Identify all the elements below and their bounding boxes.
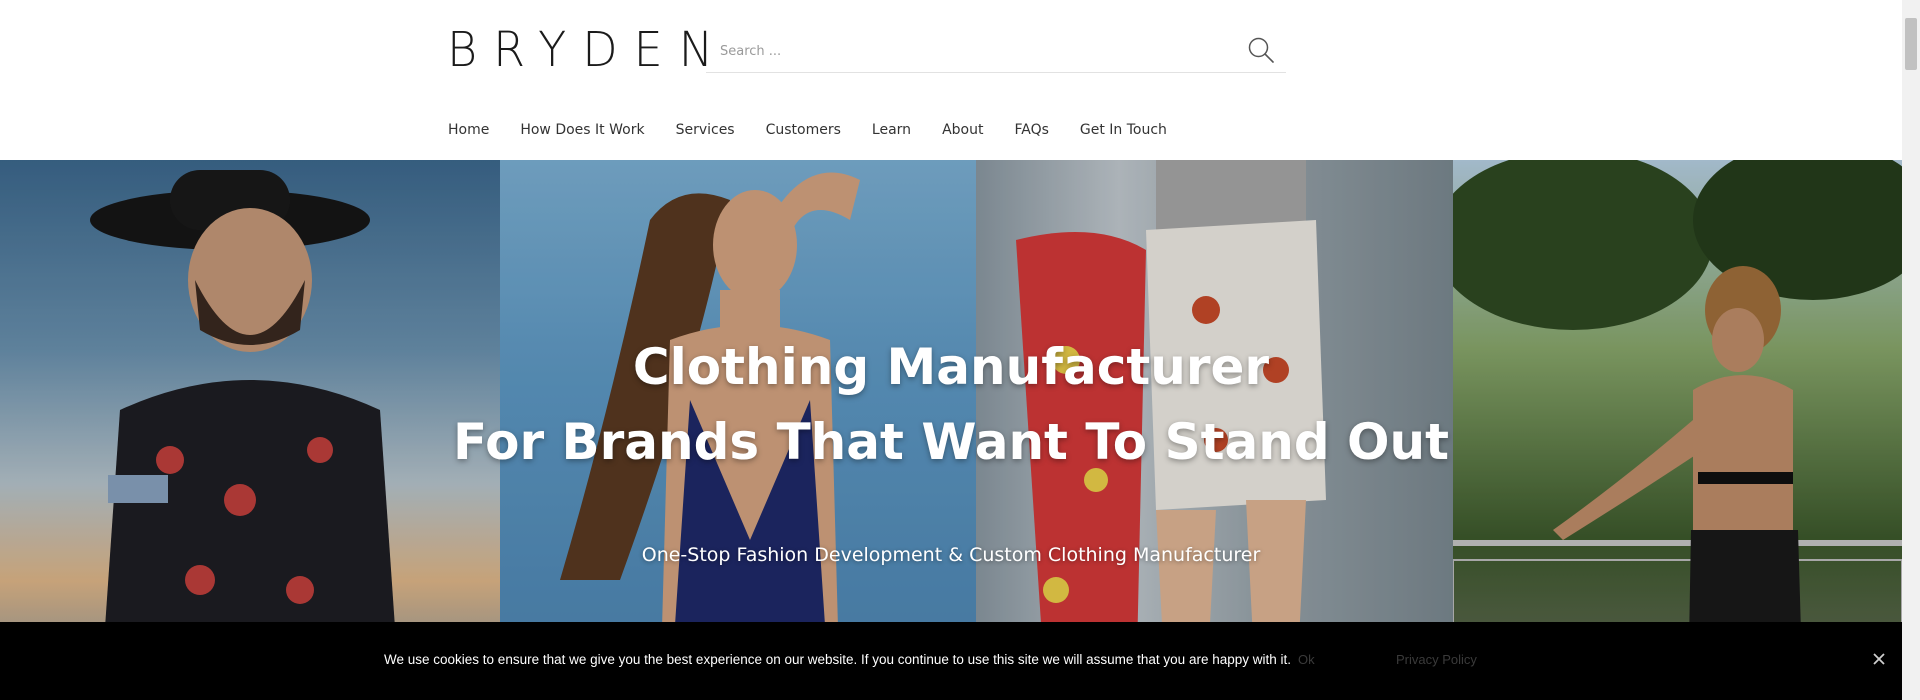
- hero-subtitle: One-Stop Fashion Development & Custom Cl…: [641, 544, 1261, 566]
- privacy-policy-link[interactable]: Privacy Policy: [1396, 652, 1477, 667]
- nav-item-faqs[interactable]: FAQs: [1014, 118, 1048, 142]
- nav-item-services[interactable]: Services: [676, 118, 735, 142]
- close-icon[interactable]: [1870, 650, 1888, 668]
- hero-title-line2: For Brands That Want To Stand Out: [452, 413, 1450, 471]
- scrollbar-thumb[interactable]: [1905, 18, 1917, 70]
- hero-banner: Clothing Manufacturer For Brands That Wa…: [0, 160, 1902, 700]
- search-bar: [706, 28, 1286, 73]
- nav-item-how-does-it-work[interactable]: How Does It Work: [520, 118, 644, 142]
- hero-title-line1: Clothing Manufacturer: [632, 338, 1270, 396]
- logo[interactable]: BRYDEN: [447, 24, 713, 74]
- search-input[interactable]: [718, 36, 1202, 66]
- search-icon[interactable]: [1246, 35, 1276, 65]
- main-nav: Home How Does It Work Services Customers…: [448, 118, 1198, 142]
- nav-item-get-in-touch[interactable]: Get In Touch: [1080, 118, 1167, 142]
- site-header: BRYDEN Home How Does It Work Services Cu…: [0, 0, 1902, 160]
- nav-item-about[interactable]: About: [942, 118, 983, 142]
- nav-item-customers[interactable]: Customers: [766, 118, 841, 142]
- cookie-consent-bar: We use cookies to ensure that we give yo…: [0, 622, 1902, 700]
- nav-item-learn[interactable]: Learn: [872, 118, 911, 142]
- page-scrollbar[interactable]: [1902, 0, 1920, 700]
- nav-item-home[interactable]: Home: [448, 118, 489, 142]
- cookie-ok-button[interactable]: Ok: [1298, 652, 1315, 667]
- cookie-message: We use cookies to ensure that we give yo…: [384, 652, 1291, 667]
